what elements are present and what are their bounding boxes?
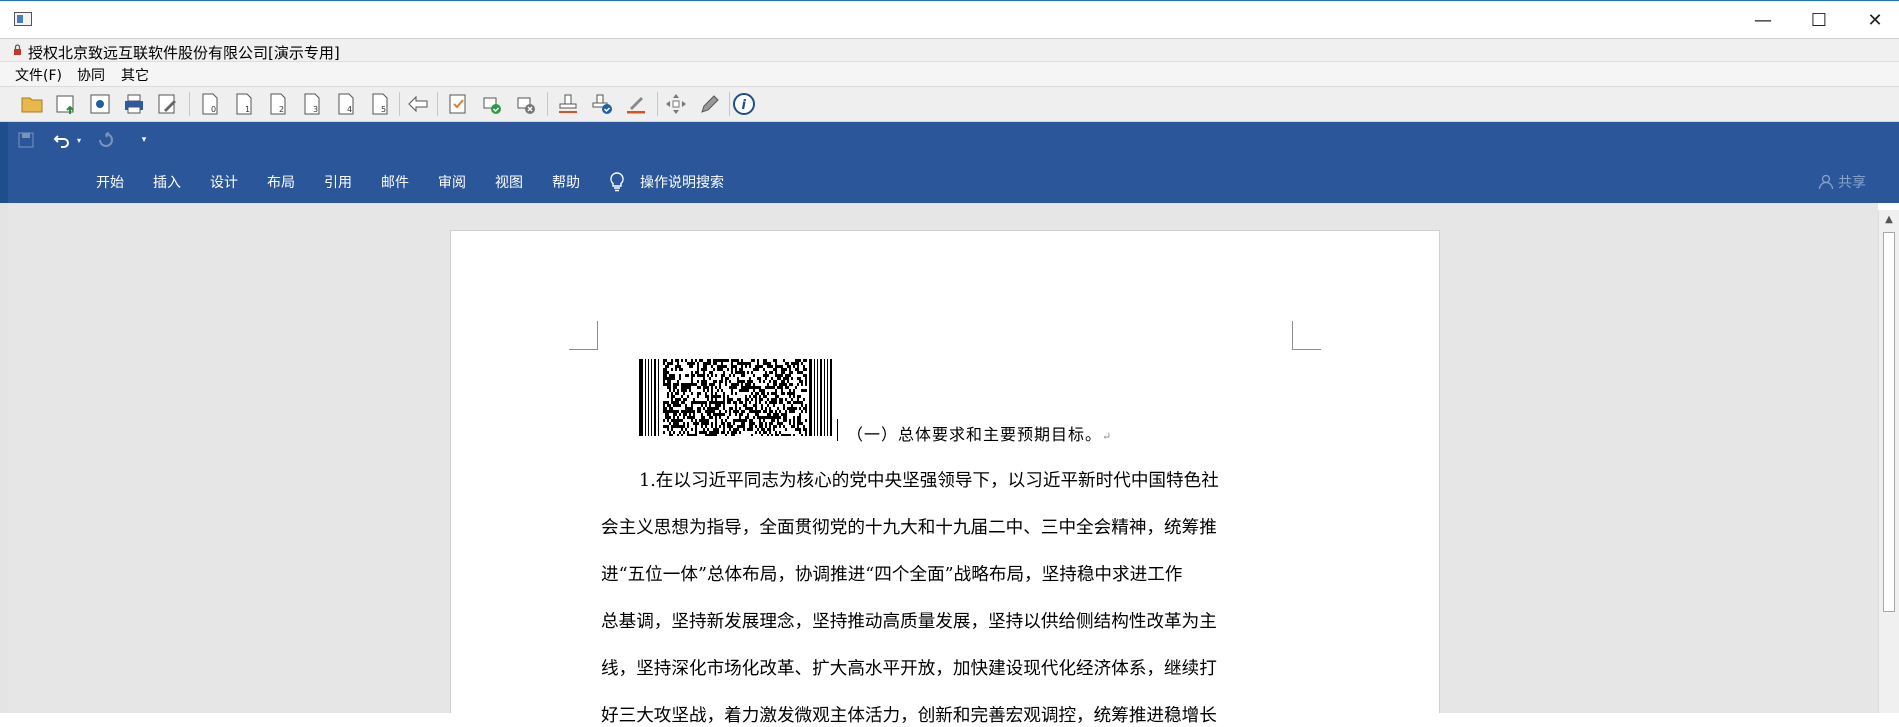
margin-corner-right <box>1292 321 1321 350</box>
toolbar-separator <box>657 92 658 116</box>
svg-text:3: 3 <box>313 105 318 114</box>
doc-1-icon[interactable]: 1 <box>231 91 257 117</box>
left-edge <box>0 122 8 713</box>
tab-view[interactable]: 视图 <box>495 172 523 192</box>
app-icon <box>14 12 32 26</box>
share-button[interactable]: 共享 <box>1818 172 1866 192</box>
tell-me-search[interactable]: 操作说明搜索 <box>640 172 724 192</box>
edit-doc-icon[interactable] <box>155 91 181 117</box>
toolbar-separator <box>729 92 730 116</box>
open-folder-icon[interactable] <box>19 91 45 117</box>
toolbar-separator <box>437 92 438 116</box>
svg-text:i: i <box>742 98 747 113</box>
tab-layout[interactable]: 布局 <box>267 172 295 192</box>
doc-0-icon[interactable]: 0 <box>197 91 223 117</box>
stamp-icon[interactable] <box>555 91 581 117</box>
section-heading: （一）总体要求和主要预期目标。↵ <box>847 421 1112 445</box>
tab-references[interactable]: 引用 <box>324 172 352 192</box>
share-label: 共享 <box>1838 175 1866 191</box>
tab-help[interactable]: 帮助 <box>552 172 580 192</box>
person-icon <box>1818 174 1834 190</box>
license-bar: 授权北京致远互联软件股份有限公司[演示专用] <box>0 38 1899 62</box>
tab-insert[interactable]: 插入 <box>153 172 181 192</box>
paragraph-mark: ↵ <box>1102 430 1113 443</box>
svg-text:2: 2 <box>279 105 284 114</box>
document-page[interactable]: （一）总体要求和主要预期目标。↵ 1.在以习近平同志为核心的党中央坚强领导下，以… <box>450 230 1440 726</box>
license-text: 授权北京致远互联软件股份有限公司[演示专用] <box>28 44 340 62</box>
info-icon[interactable]: i <box>731 91 757 117</box>
tab-review[interactable]: 审阅 <box>438 172 466 192</box>
reject-icon[interactable] <box>513 91 539 117</box>
pen-icon[interactable] <box>697 91 723 117</box>
approve-icon[interactable] <box>479 91 505 117</box>
lightbulb-icon <box>610 172 624 192</box>
toolbar-separator <box>189 92 190 116</box>
toolbar-separator <box>547 92 548 116</box>
vertical-scrollbar[interactable]: ▲ <box>1878 210 1899 713</box>
doc-5-icon[interactable]: 5 <box>367 91 393 117</box>
tab-home[interactable]: 开始 <box>96 172 124 192</box>
doc-3-icon[interactable]: 3 <box>299 91 325 117</box>
toolbar-separator <box>399 92 400 116</box>
menu-collaborate[interactable]: 协同 <box>77 65 105 85</box>
window-title-bar: — ☐ ✕ <box>0 0 1899 38</box>
handwrite-icon[interactable] <box>623 91 649 117</box>
svg-text:4: 4 <box>347 105 352 114</box>
menu-other[interactable]: 其它 <box>121 65 149 85</box>
toolbar: 0 1 2 3 4 5 i <box>0 86 1899 122</box>
svg-text:5: 5 <box>381 105 386 114</box>
lock-icon <box>14 44 21 55</box>
scroll-up-icon[interactable]: ▲ <box>1879 210 1899 228</box>
undo-icon[interactable] <box>52 130 72 150</box>
minimize-button[interactable]: — <box>1731 1 1795 39</box>
customize-qat-icon[interactable]: ▾ <box>138 130 150 150</box>
menu-bar: 文件(F) 协同 其它 <box>0 62 1899 86</box>
save-icon[interactable] <box>16 130 36 150</box>
print-icon[interactable] <box>121 91 147 117</box>
body-line-2: 会主义思想为指导，全面贯彻党的十九大和十九届二中、三中全会精神，统筹推 <box>601 518 1217 538</box>
body-line-4: 总基调，坚持新发展理念，坚持推动高质量发展，坚持以供给侧结构性改革为主 <box>601 612 1217 632</box>
redo-icon[interactable] <box>96 130 116 150</box>
tab-design[interactable]: 设计 <box>210 172 238 192</box>
save-upload-icon[interactable] <box>53 91 79 117</box>
pdf417-barcode <box>639 359 832 436</box>
body-line-5: 线，坚持深化市场化改革、扩大高水平开放，加快建设现代化经济体系，继续打 <box>601 659 1217 679</box>
settings-icon[interactable] <box>87 91 113 117</box>
body-line-3: 进“五位一体”总体布局，协调推进“四个全面”战略布局，坚持稳中求进工作 <box>601 565 1183 585</box>
body-line-6: 好三大攻坚战，着力激发微观主体活力，创新和完善宏观调控，统筹推进稳增长 <box>601 706 1217 726</box>
ribbon: ▾ ▾ 开始 插入 设计 布局 引用 邮件 审阅 视图 帮助 操作说明搜索 共享 <box>8 122 1899 203</box>
signature-icon[interactable] <box>589 91 615 117</box>
scroll-thumb[interactable] <box>1883 232 1895 612</box>
move-icon[interactable] <box>663 91 689 117</box>
doc-2-icon[interactable]: 2 <box>265 91 291 117</box>
back-arrow-icon[interactable] <box>405 91 431 117</box>
maximize-button[interactable]: ☐ <box>1787 1 1851 39</box>
close-button[interactable]: ✕ <box>1843 1 1899 39</box>
text-cursor <box>837 419 838 441</box>
svg-text:0: 0 <box>211 105 216 114</box>
tab-mailings[interactable]: 邮件 <box>381 172 409 192</box>
svg-text:1: 1 <box>245 105 250 114</box>
heading-text: （一）总体要求和主要预期目标。 <box>847 425 1103 444</box>
doc-4-icon[interactable]: 4 <box>333 91 359 117</box>
body-line-1: 1.在以习近平同志为核心的党中央坚强领导下，以习近平新时代中国特色社 <box>639 471 1219 491</box>
undo-dropdown-icon[interactable]: ▾ <box>74 130 84 150</box>
margin-corner-left <box>569 321 598 350</box>
menu-file[interactable]: 文件(F) <box>15 65 62 85</box>
check-doc-icon[interactable] <box>445 91 471 117</box>
